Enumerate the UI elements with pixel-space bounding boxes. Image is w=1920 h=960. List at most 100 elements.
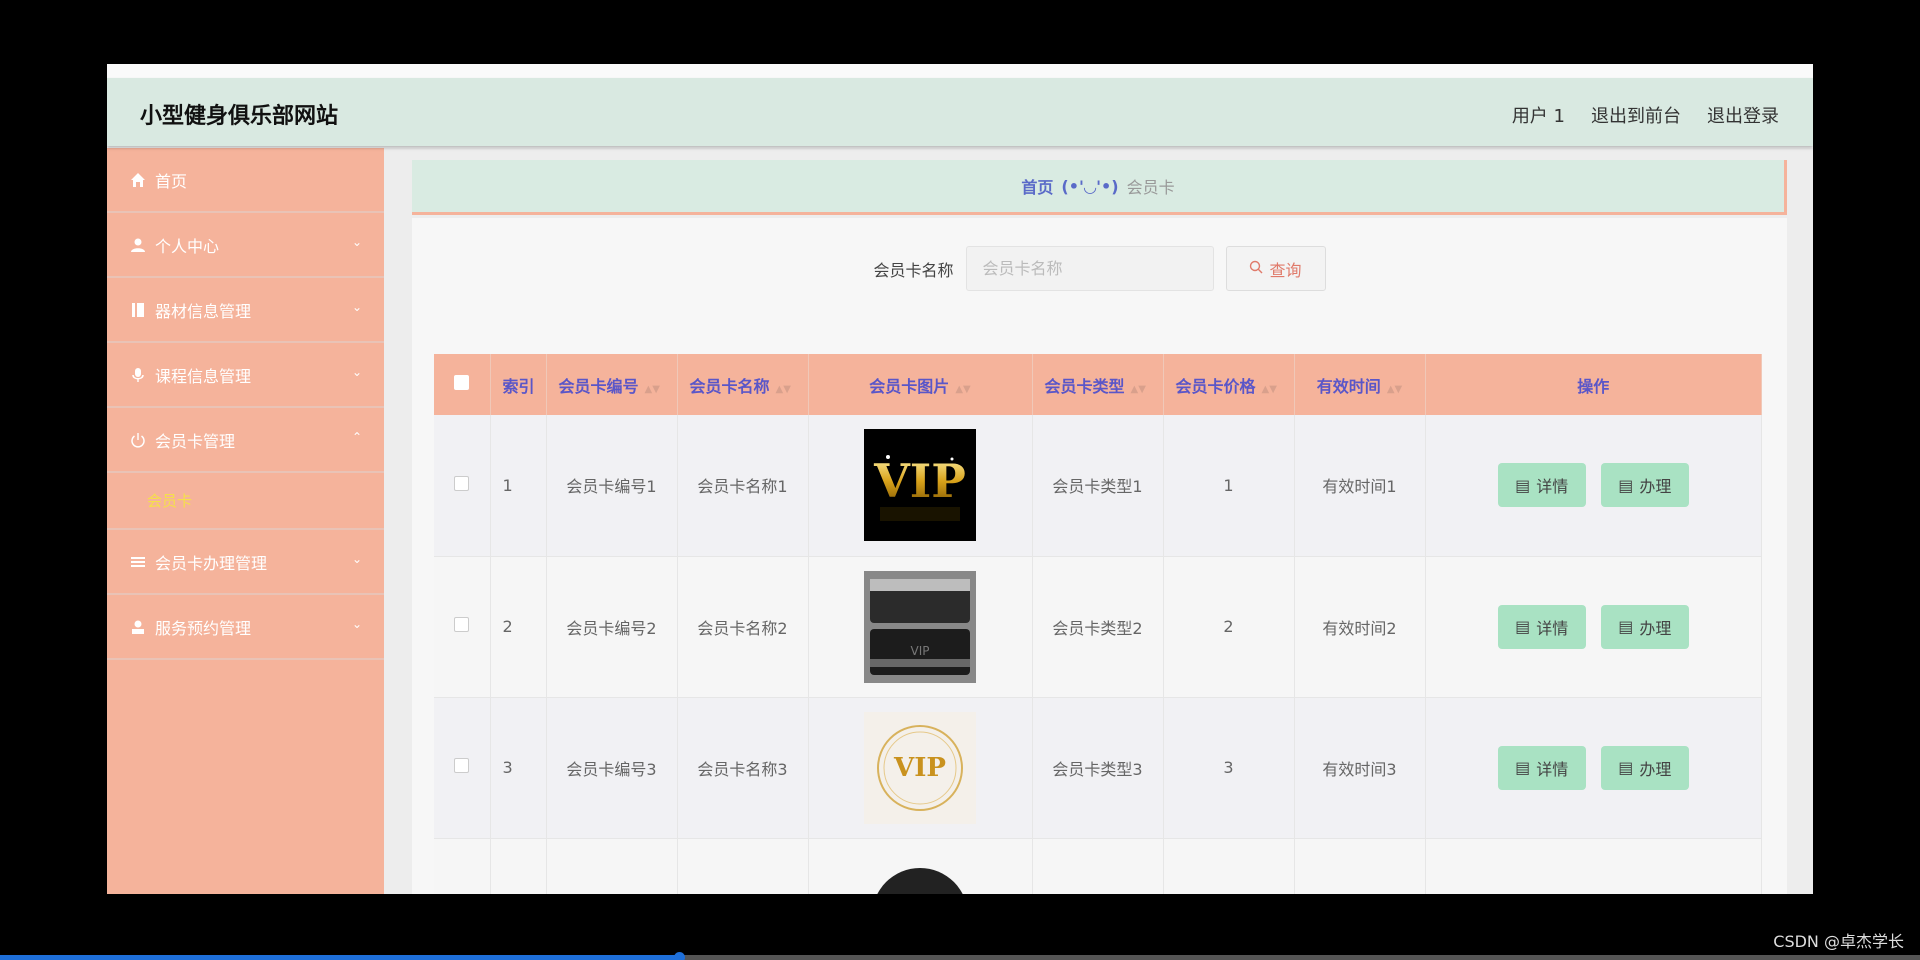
- mic-icon: [129, 366, 147, 384]
- column-header-valid-time[interactable]: 有效时间 ▲▼: [1294, 354, 1426, 415]
- stamp-icon: [129, 618, 147, 636]
- sidebar-item-card-handling[interactable]: 会员卡办理管理 ⌄: [107, 530, 384, 595]
- video-progress-bar[interactable]: [0, 952, 1920, 960]
- top-strip: [107, 64, 1813, 78]
- column-header-name[interactable]: 会员卡名称 ▲▼: [677, 354, 809, 415]
- cell-code: 会员卡编号3: [546, 697, 678, 839]
- chevron-down-icon: ⌄: [351, 552, 362, 566]
- cell-image: VIP: [808, 556, 1033, 698]
- membership-table: 索引 会员卡编号 ▲▼ 会员卡名称 ▲▼ 会员卡图片 ▲▼ 会员卡类型 ▲▼ 会员卡价格…: [434, 354, 1762, 894]
- search-button-label: 查询: [1269, 260, 1302, 280]
- detail-button[interactable]: ▤ 详情: [1497, 463, 1586, 508]
- table-row: 3 会员卡编号3 会员卡名称3 VIP 会员卡类型3 3 有效时间3 ▤ 详情 …: [434, 697, 1762, 839]
- sort-icon[interactable]: ▲▼: [1387, 384, 1402, 395]
- vip-card-image-silver[interactable]: VIP: [864, 570, 976, 683]
- table-row: 2 会员卡编号2 会员卡名称2 VIP 会员卡类型2 2 有效时间2 ▤ 详情 …: [434, 556, 1762, 698]
- sidebar-item-home[interactable]: 首页: [107, 148, 384, 213]
- svg-text:VIP: VIP: [911, 644, 930, 658]
- chevron-down-icon: ⌄: [351, 235, 362, 249]
- chevron-down-icon: ⌄: [351, 617, 362, 631]
- row-checkbox[interactable]: [454, 475, 470, 491]
- cell-image: VIP: [808, 697, 1033, 839]
- cell-actions: ▤ 详情 ▤ 办理: [1425, 697, 1762, 839]
- cell-actions: ▤ 详情 ▤ 办理: [1425, 556, 1762, 698]
- sidebar: 首页 个人中心 ⌄ 器材信息管理 ⌄ 课程信息管理 ⌄ 会员卡管理 ⌃ 会员卡 …: [107, 148, 384, 894]
- cell-type: 会员卡类型3: [1032, 697, 1164, 839]
- vip-card-image-dark-round[interactable]: VIP: [864, 860, 976, 895]
- cell-price: 3: [1163, 697, 1295, 839]
- sidebar-item-label: 会员卡管理: [155, 431, 236, 451]
- cell-name: 会员卡名称3: [677, 697, 809, 839]
- sidebar-item-course[interactable]: 课程信息管理 ⌄: [107, 343, 384, 408]
- user-link[interactable]: 用户 1: [1512, 102, 1565, 128]
- cell-price: 2: [1163, 556, 1295, 698]
- cell-valid-time: [1294, 838, 1426, 894]
- sidebar-subitem-membership-card[interactable]: 会员卡: [107, 473, 384, 530]
- content-panel: 会员卡名称 查询 索引 会员卡编号▲▼: [412, 218, 1787, 894]
- row-select-cell: [434, 838, 491, 894]
- handle-button[interactable]: ▤ 办理: [1600, 745, 1689, 790]
- sort-icon[interactable]: ▲▼: [776, 384, 791, 395]
- column-header-image[interactable]: 会员卡图片 ▲▼: [808, 354, 1033, 415]
- column-header-code[interactable]: 会员卡编号 ▲▼: [546, 354, 678, 415]
- vip-card-image-gold-white[interactable]: VIP: [864, 711, 976, 824]
- breadcrumb-emoticon: (•'◡'•): [1061, 176, 1119, 196]
- exit-front-link[interactable]: 退出到前台: [1591, 102, 1681, 128]
- cell-type: 会员卡类型2: [1032, 556, 1164, 698]
- row-checkbox[interactable]: [454, 617, 470, 632]
- screen: 小型健身俱乐部网站 用户 1 退出到前台 退出登录 首页 个人中心 ⌄ 器材信息…: [0, 0, 1920, 960]
- sidebar-item-service-booking[interactable]: 服务预约管理 ⌄: [107, 595, 384, 660]
- site-title: 小型健身俱乐部网站: [140, 104, 339, 129]
- detail-button[interactable]: ▤ 详情: [1497, 604, 1586, 649]
- logout-link[interactable]: 退出登录: [1707, 102, 1779, 128]
- sidebar-item-membership[interactable]: 会员卡管理 ⌃: [107, 408, 384, 473]
- list-icon: [129, 553, 147, 571]
- sidebar-item-label: 个人中心: [155, 236, 220, 256]
- chevron-up-icon: ⌃: [351, 430, 362, 444]
- cell-code: 会员卡编号2: [546, 556, 678, 698]
- handle-button[interactable]: ▤ 办理: [1600, 604, 1689, 649]
- power-icon: [129, 431, 147, 449]
- book-icon: [129, 301, 147, 319]
- search-input[interactable]: [965, 246, 1214, 291]
- app-window: 小型健身俱乐部网站 用户 1 退出到前台 退出登录 首页 个人中心 ⌄ 器材信息…: [107, 64, 1813, 894]
- header: 小型健身俱乐部网站 用户 1 退出到前台 退出登录: [107, 78, 1813, 146]
- document-icon: ▤: [1515, 617, 1531, 636]
- cell-code: [546, 838, 678, 894]
- home-icon: [129, 171, 147, 189]
- watermark: CSDN @卓杰学长: [1773, 932, 1904, 951]
- vip-card-image-gold-black[interactable]: VIP: [864, 429, 976, 542]
- sidebar-item-equipment[interactable]: 器材信息管理 ⌄: [107, 278, 384, 343]
- breadcrumb-home[interactable]: 首页: [1021, 174, 1053, 198]
- cell-index: 2: [490, 556, 547, 698]
- sort-icon[interactable]: ▲▼: [1262, 384, 1277, 395]
- search-bar: 会员卡名称 查询: [412, 246, 1787, 291]
- cell-type: [1032, 838, 1164, 894]
- sort-icon[interactable]: ▲▼: [955, 384, 970, 395]
- breadcrumb: 首页 (•'◡'•) 会员卡: [412, 160, 1787, 215]
- sidebar-item-label: 课程信息管理: [155, 366, 252, 386]
- search-icon: [1249, 259, 1263, 278]
- row-select-cell: [434, 556, 491, 698]
- document-icon: ▤: [1515, 758, 1531, 777]
- svg-text:VIP: VIP: [893, 753, 946, 783]
- cell-valid-time: 有效时间3: [1294, 697, 1426, 839]
- column-header-index[interactable]: 索引: [490, 354, 547, 415]
- sidebar-item-personal-center[interactable]: 个人中心 ⌄: [107, 213, 384, 278]
- column-header-type[interactable]: 会员卡类型 ▲▼: [1032, 354, 1164, 415]
- cell-code: 会员卡编号1: [546, 415, 678, 557]
- sort-icon[interactable]: ▲▼: [1131, 384, 1146, 395]
- cell-name: [677, 838, 809, 894]
- sort-icon[interactable]: ▲▼: [645, 384, 660, 395]
- detail-button[interactable]: ▤ 详情: [1497, 745, 1586, 790]
- table-header-row: 索引 会员卡编号 ▲▼ 会员卡名称 ▲▼ 会员卡图片 ▲▼ 会员卡类型 ▲▼ 会员卡价格…: [434, 354, 1762, 415]
- search-button[interactable]: 查询: [1225, 246, 1326, 291]
- select-all-checkbox[interactable]: [454, 375, 470, 390]
- handle-button[interactable]: ▤ 办理: [1600, 463, 1689, 508]
- cell-valid-time: 有效时间2: [1294, 556, 1426, 698]
- document-icon: ▤: [1618, 617, 1634, 636]
- video-progress-handle[interactable]: [674, 952, 685, 960]
- column-header-price[interactable]: 会员卡价格 ▲▼: [1163, 354, 1295, 415]
- row-checkbox[interactable]: [454, 758, 470, 773]
- row-select-cell: [434, 415, 491, 557]
